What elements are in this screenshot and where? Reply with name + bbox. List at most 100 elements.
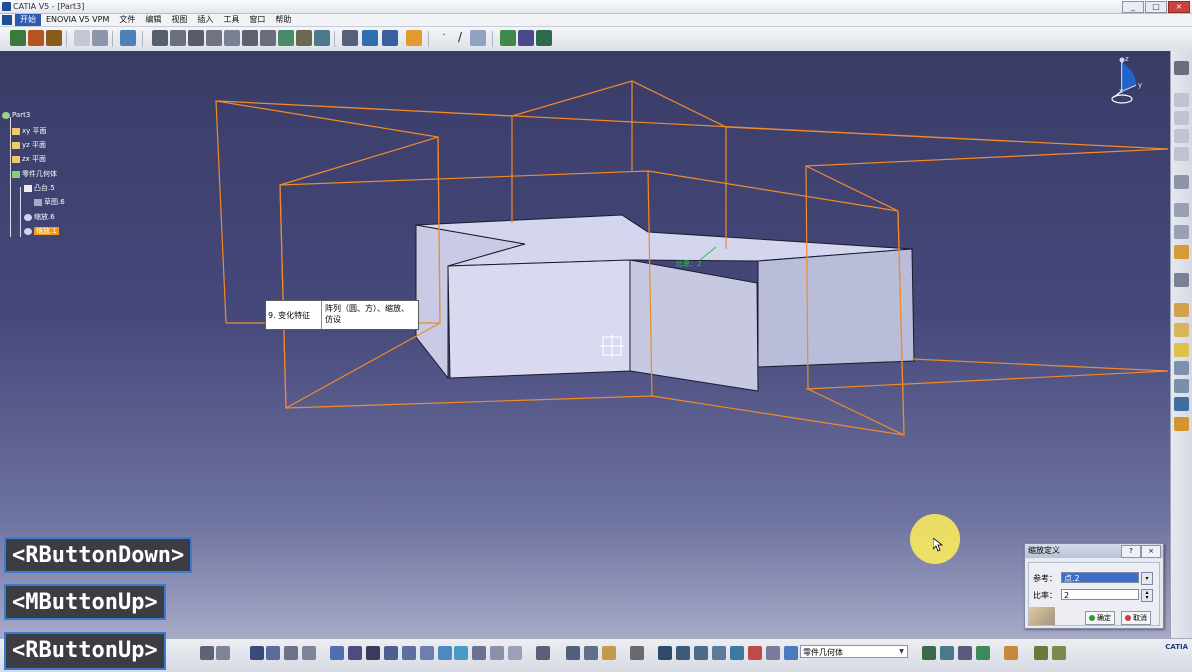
menu-tools[interactable]: 工具 <box>218 14 244 26</box>
hide-show-icon[interactable] <box>302 646 316 660</box>
fit-all-icon[interactable] <box>348 646 362 660</box>
body-combo-select[interactable]: 零件几何体 ▼ <box>800 645 908 658</box>
edit-sketch-icon[interactable] <box>1174 273 1189 287</box>
measure-item-icon[interactable] <box>584 646 598 660</box>
tree-item-sketch[interactable]: 草图.6 <box>34 197 65 207</box>
menu-file[interactable]: 文件 <box>114 14 140 26</box>
menu-help[interactable]: 帮助 <box>270 14 296 26</box>
reframe-icon[interactable] <box>658 646 672 660</box>
menu-start[interactable]: 开始 <box>15 14 41 26</box>
constraint-icon[interactable] <box>1174 225 1189 239</box>
menu-view[interactable]: 视图 <box>166 14 192 26</box>
cut-icon[interactable] <box>74 30 90 46</box>
measure-between-icon[interactable] <box>566 646 580 660</box>
paste-icon[interactable] <box>92 30 108 46</box>
menu-insert[interactable]: 插入 <box>192 14 218 26</box>
assemble-icon[interactable] <box>940 646 954 660</box>
apply-material-icon[interactable] <box>536 30 552 46</box>
loft-icon[interactable] <box>296 30 312 46</box>
remove-icon[interactable] <box>958 646 972 660</box>
measure-icon[interactable] <box>500 30 516 46</box>
dialog-help-button[interactable]: ? <box>1121 545 1141 558</box>
hide-icon[interactable] <box>490 646 504 660</box>
cube-icon[interactable] <box>730 646 744 660</box>
normal-view-icon[interactable] <box>438 646 452 660</box>
fly-icon[interactable] <box>330 646 344 660</box>
pattern-icon[interactable] <box>382 30 398 46</box>
cut-section-icon[interactable] <box>676 646 690 660</box>
dialog-close-button[interactable]: × <box>1141 545 1161 558</box>
apply-icon[interactable] <box>1034 646 1048 660</box>
sketcher-icon[interactable] <box>120 30 136 46</box>
table-icon[interactable] <box>250 646 264 660</box>
point-icon[interactable]: · <box>436 30 452 46</box>
publish-icon[interactable] <box>284 646 298 660</box>
mirror-icon[interactable] <box>1174 417 1189 431</box>
split-icon[interactable] <box>1174 343 1189 357</box>
hole-icon[interactable] <box>224 30 240 46</box>
document-icon[interactable] <box>2 15 12 25</box>
tree-item-pad[interactable]: 凸台.5 <box>24 183 55 193</box>
view-2-icon[interactable] <box>1174 111 1189 125</box>
save-icon[interactable] <box>46 30 62 46</box>
reference-field[interactable]: 点.2 <box>1061 572 1139 583</box>
open-icon[interactable] <box>28 30 44 46</box>
zoom-out-icon[interactable] <box>420 646 434 660</box>
tree-root-part[interactable]: Part3 <box>2 111 30 119</box>
insert-body-icon[interactable] <box>922 646 936 660</box>
select-icon[interactable] <box>1174 175 1189 189</box>
tree-item-part-body[interactable]: 零件几何体 <box>12 169 57 179</box>
shell-icon[interactable] <box>1174 379 1189 393</box>
ratio-field[interactable]: 2 <box>1061 589 1139 600</box>
slot-icon[interactable] <box>260 30 276 46</box>
reference-dropdown-icon[interactable]: ▾ <box>1141 572 1153 585</box>
line-icon[interactable]: / <box>452 30 468 46</box>
axis-system-icon[interactable] <box>1174 397 1189 411</box>
groove-icon[interactable] <box>206 30 222 46</box>
update-icon[interactable] <box>536 646 550 660</box>
axis-icon[interactable] <box>694 646 708 660</box>
rotate-icon[interactable] <box>384 646 398 660</box>
ratio-spinner-icon[interactable]: ▴ ▾ <box>1141 589 1153 602</box>
analysis-icon[interactable] <box>518 30 534 46</box>
body-selector-icon[interactable] <box>784 646 798 660</box>
no-show-icon[interactable] <box>748 646 762 660</box>
shading-icon[interactable] <box>472 646 486 660</box>
settings-icon[interactable] <box>1174 61 1189 75</box>
intersect-icon[interactable] <box>976 646 990 660</box>
formula-icon[interactable] <box>200 646 214 660</box>
grid-icon[interactable] <box>712 646 726 660</box>
tree-item-yz-plane[interactable]: yz 平面 <box>12 140 46 150</box>
stiffener-icon[interactable] <box>278 30 294 46</box>
rib-icon[interactable] <box>242 30 258 46</box>
menu-edit[interactable]: 编辑 <box>140 14 166 26</box>
annotation-icon[interactable] <box>1174 203 1189 217</box>
macro-icon[interactable] <box>1052 646 1066 660</box>
pocket-icon[interactable] <box>170 30 186 46</box>
mass-icon[interactable] <box>602 646 616 660</box>
plane-icon[interactable] <box>470 30 486 46</box>
catalog-icon[interactable] <box>266 646 280 660</box>
view-3-icon[interactable] <box>1174 129 1189 143</box>
thickness-icon[interactable] <box>1174 323 1189 337</box>
surface-icon[interactable] <box>1174 303 1189 317</box>
tree-item-xy-plane[interactable]: xy 平面 <box>12 126 47 136</box>
snap-point-icon[interactable] <box>406 30 422 46</box>
close-button[interactable]: × <box>1168 1 1190 13</box>
menu-window[interactable]: 窗口 <box>244 14 270 26</box>
layer-icon[interactable] <box>766 646 780 660</box>
maximize-button[interactable]: □ <box>1145 1 1167 13</box>
cancel-button[interactable]: 取消 <box>1121 611 1151 625</box>
shaft-icon[interactable] <box>188 30 204 46</box>
pad-icon[interactable] <box>152 30 168 46</box>
draft-icon[interactable] <box>1174 361 1189 375</box>
minimize-button[interactable]: _ <box>1122 1 1144 13</box>
ok-button[interactable]: 确定 <box>1085 611 1115 625</box>
tree-item-scaling-1[interactable]: 缩放.1 <box>24 226 59 236</box>
remove-loft-icon[interactable] <box>314 30 330 46</box>
boolean-icon[interactable] <box>1174 245 1189 259</box>
view-4-icon[interactable] <box>1174 147 1189 161</box>
menu-enovia[interactable]: ENOVIA V5 VPM <box>41 14 114 26</box>
swap-space-icon[interactable] <box>508 646 522 660</box>
new-part-icon[interactable] <box>10 30 26 46</box>
